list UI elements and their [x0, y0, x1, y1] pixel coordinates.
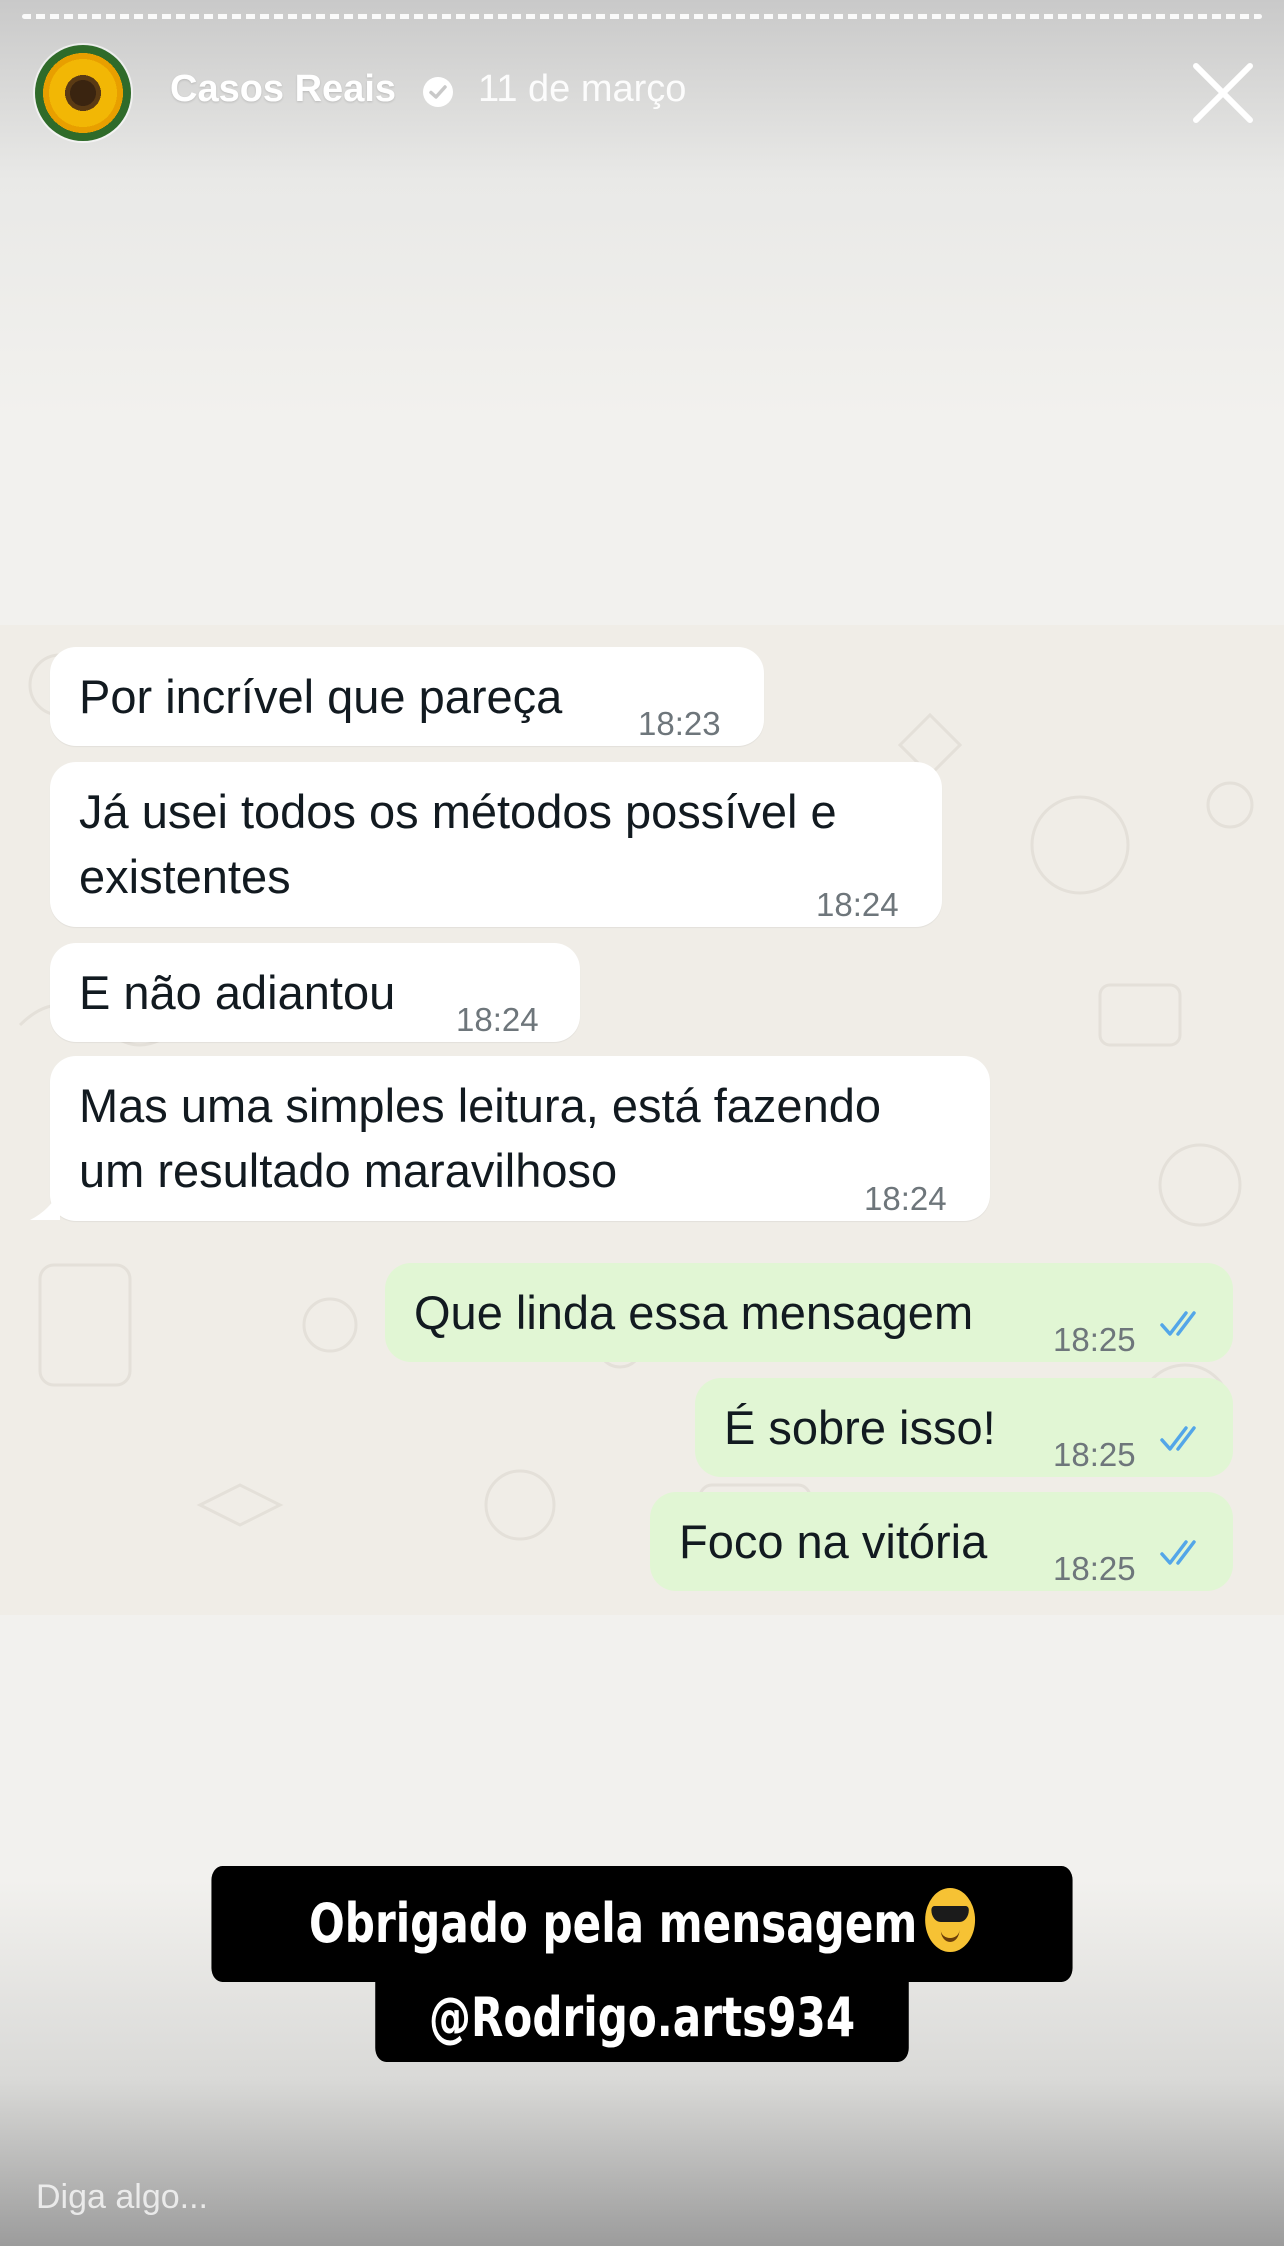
message-text: Já usei todos os métodos possível e exis… [79, 779, 837, 909]
message-text: É sobre isso! [724, 1401, 996, 1454]
message-bubble-outgoing[interactable]: Que linda essa mensagem 18:25 [385, 1263, 1233, 1362]
message-time: 18:24 [864, 1180, 947, 1217]
reply-input[interactable]: Diga algo... [36, 2178, 208, 2217]
caption-mention[interactable]: @Rodrigo.arts934 [429, 1986, 855, 2049]
message-bubble-incoming[interactable]: Mas uma simples leitura, está fazendo um… [50, 1056, 990, 1221]
read-receipt-icon [1160, 1540, 1196, 1565]
story-progress-bar [22, 14, 1262, 19]
story-date: 11 de março [478, 68, 687, 110]
caption-line-1: Obrigado pela mensagem [211, 1866, 1073, 1982]
message-time: 18:25 [1053, 1436, 1136, 1473]
message-time: 18:25 [1053, 1321, 1136, 1358]
message-text-line: existentes [79, 850, 291, 903]
message-text-line: Já usei todos os métodos possível e [79, 785, 837, 838]
message-text: Mas uma simples leitura, está fazendo um… [79, 1073, 881, 1203]
message-text-line: Mas uma simples leitura, está fazendo [79, 1079, 881, 1132]
message-bubble-outgoing[interactable]: Foco na vitória 18:25 [650, 1492, 1233, 1591]
message-text-line: um resultado maravilhoso [79, 1144, 618, 1197]
message-time: 18:25 [1053, 1550, 1136, 1587]
message-time: 18:24 [816, 886, 899, 923]
message-bubble-incoming[interactable]: Já usei todos os métodos possível e exis… [50, 762, 942, 927]
story-viewer: Casos Reais 11 de março Por incrível que… [0, 0, 1284, 2246]
message-time: 18:24 [456, 1001, 539, 1038]
message-text: E não adiantou [79, 966, 396, 1019]
close-icon[interactable] [1188, 58, 1258, 128]
message-text: Por incrível que pareça [79, 670, 563, 723]
account-name[interactable]: Casos Reais [170, 68, 396, 111]
read-receipt-icon [1160, 1311, 1196, 1336]
read-receipt-icon [1160, 1426, 1196, 1451]
message-bubble-incoming[interactable]: E não adiantou 18:24 [50, 943, 580, 1042]
message-text: Que linda essa mensagem [414, 1286, 974, 1339]
profile-avatar[interactable] [35, 45, 131, 141]
bubble-tail [30, 1190, 60, 1220]
verified-badge-icon [423, 77, 453, 107]
message-bubble-outgoing[interactable]: É sobre isso! 18:25 [695, 1378, 1233, 1477]
message-time: 18:23 [638, 705, 721, 742]
message-bubble-incoming[interactable]: Por incrível que pareça 18:23 [50, 647, 764, 746]
caption-line-2: @Rodrigo.arts934 [375, 1982, 909, 2062]
message-text: Foco na vitória [679, 1515, 988, 1568]
sunglasses-emoji-icon [925, 1888, 975, 1952]
caption-text: Obrigado pela mensagem [309, 1892, 918, 1955]
